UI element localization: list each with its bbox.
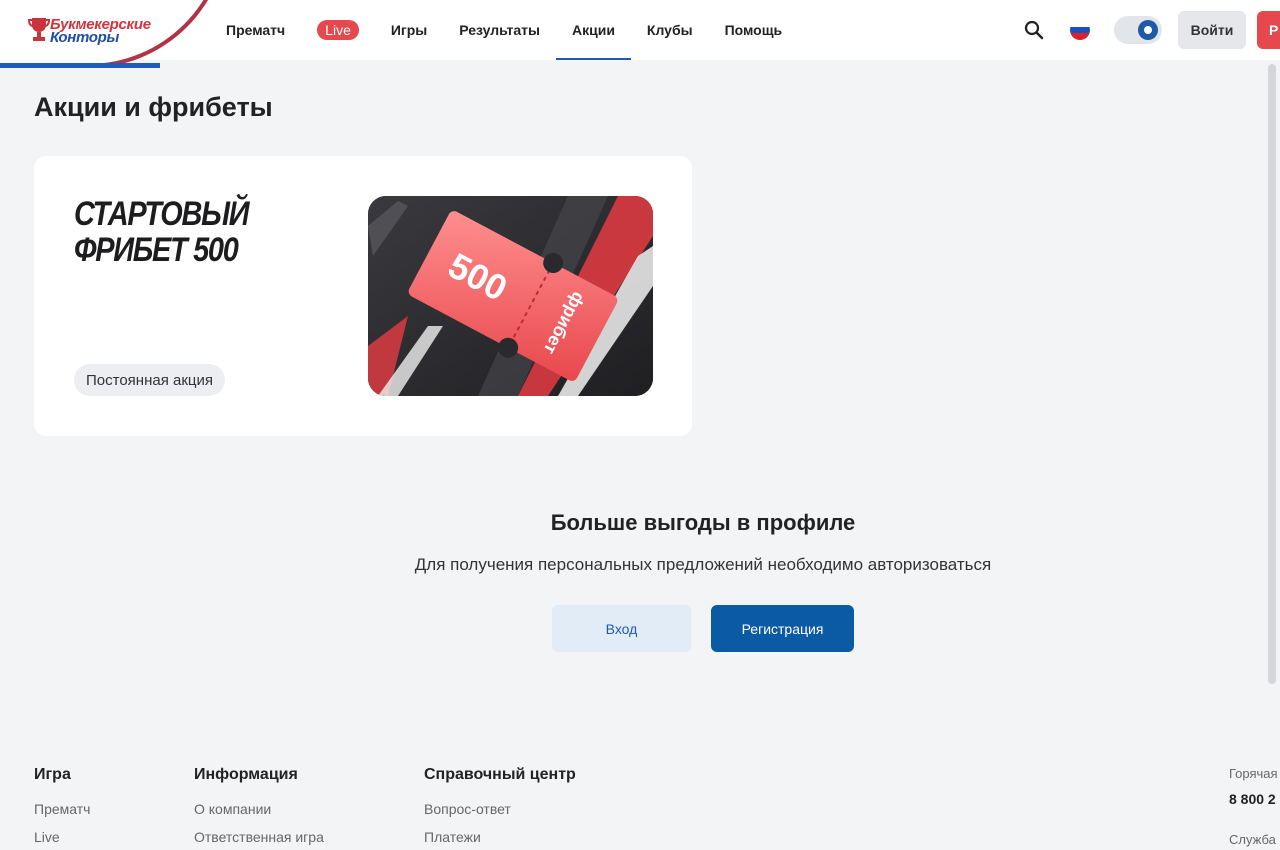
footer-link-faq[interactable]: Вопрос-ответ [424,801,576,817]
logo-stripe [0,63,160,68]
cta-title: Больше выгоды в профиле [550,510,856,535]
nav-item-label: Результаты [459,22,540,38]
nav-item-live[interactable]: Live [301,0,375,60]
nav-item-clubs[interactable]: Клубы [631,0,709,60]
nav-item-results[interactable]: Результаты [443,0,556,60]
footer-column-help-center: Справочный центр Вопрос-ответ Платежи [424,766,576,850]
scrollbar[interactable] [1268,64,1276,684]
search-icon[interactable] [1024,20,1044,40]
header: Букмекерские Конторы Прематч Live Игры Р… [0,0,1280,68]
logo[interactable]: Букмекерские Конторы [0,0,232,70]
hotline-number[interactable]: 8 800 2 [1229,791,1276,807]
footer-heading: Справочный центр [424,766,576,783]
nav-item-help[interactable]: Помощь [709,0,799,60]
footer-link-about[interactable]: О компании [194,801,324,817]
footer-link-live[interactable]: Live [34,829,90,845]
footer-column-game: Игра Прематч Live [34,766,90,850]
cta-login-button[interactable]: Вход [552,605,691,652]
service-label: Служба [1229,832,1276,847]
promo-title: Стартовый фрибет 500 [74,195,249,269]
footer-link-responsible-gaming[interactable]: Ответственная игра [194,829,324,845]
promo-image: 500 фрибет [368,196,653,396]
toggle-knob [1138,20,1158,40]
logo-text-bottom: Конторы [50,29,120,46]
nav-item-label: Клубы [646,22,693,38]
nav-item-label: Помощь [724,22,783,38]
footer-heading: Игра [34,766,71,783]
promo-badge: Постоянная акция [74,364,225,396]
trophy-icon [28,18,50,41]
footer-heading: Информация [194,766,298,783]
nav-item-label: Игры [390,22,428,38]
theme-toggle[interactable] [1114,16,1162,44]
freebet-ticket-illustration: 500 фрибет [368,196,653,396]
hotline-label: Горячая [1229,766,1278,781]
live-badge: Live [317,20,359,40]
cta-subtitle: Для получения персональных предложений н… [414,555,992,574]
nav-item-label: Акции [571,22,615,38]
nav-item-prematch[interactable]: Прематч [210,0,301,60]
cta-register-button[interactable]: Регистрация [711,605,854,652]
main-nav: Прематч Live Игры Результаты Акции Клубы… [210,0,798,60]
footer-link-payments[interactable]: Платежи [424,829,576,845]
nav-item-games[interactable]: Игры [375,0,443,60]
page-title: Акции и фрибеты [34,92,273,122]
nav-item-promotions[interactable]: Акции [555,0,631,60]
footer-link-prematch[interactable]: Прематч [34,801,90,817]
nav-item-label: Прематч [226,22,286,38]
footer-column-info: Информация О компании Ответственная игра [194,766,324,850]
russia-flag-icon[interactable] [1070,20,1090,40]
register-button[interactable]: Р [1257,11,1280,49]
promo-card[interactable]: Стартовый фрибет 500 Постоянная акция [34,156,692,436]
login-button[interactable]: Войти [1178,11,1246,49]
